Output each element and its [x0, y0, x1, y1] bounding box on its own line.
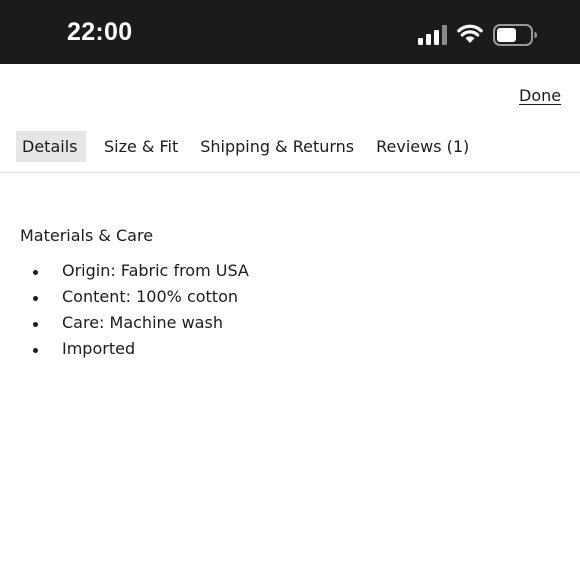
done-button[interactable]: Done [519, 86, 561, 105]
tab-shipping-returns[interactable]: Shipping & Returns [200, 131, 354, 162]
list-item-text: Care: Machine wash [62, 313, 223, 332]
bullet-icon [33, 270, 38, 275]
bullet-icon [33, 322, 38, 327]
bullet-icon [33, 348, 38, 353]
tab-size-fit[interactable]: Size & Fit [104, 131, 178, 162]
tab-reviews[interactable]: Reviews (1) [376, 131, 469, 162]
battery-icon [493, 24, 537, 46]
status-bar: 22:00 [0, 0, 580, 64]
tab-divider [0, 172, 580, 173]
signal-icon [418, 25, 447, 45]
bullet-icon [33, 296, 38, 301]
list-item-text: Content: 100% cotton [62, 287, 238, 306]
tab-bar: Details Size & Fit Shipping & Returns Re… [16, 131, 469, 162]
list-item-text: Imported [62, 339, 136, 358]
tab-details[interactable]: Details [16, 131, 86, 162]
list-item-text: Origin: Fabric from USA [62, 261, 249, 280]
status-time: 22:00 [67, 18, 133, 46]
wifi-icon [457, 24, 483, 43]
section-heading: Materials & Care [20, 226, 154, 245]
